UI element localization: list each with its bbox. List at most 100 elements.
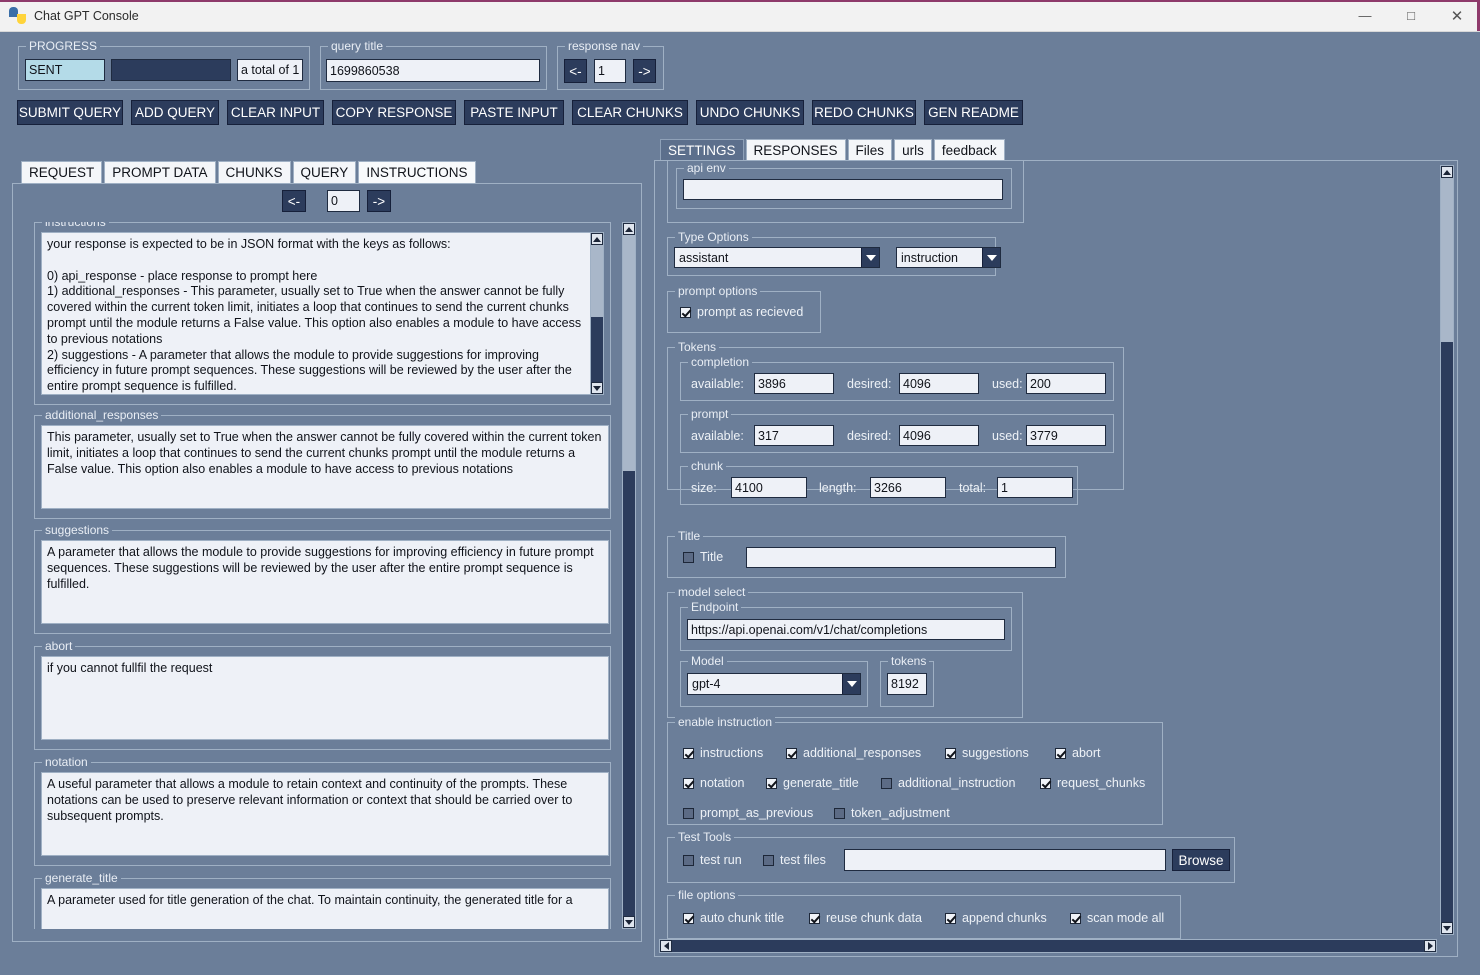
tab-instructions[interactable]: INSTRUCTIONS xyxy=(358,161,475,183)
prompt-available-input[interactable]: 317 xyxy=(754,425,834,446)
tab-feedback[interactable]: feedback xyxy=(934,139,1005,161)
enable-generate-title-row[interactable]: generate_title xyxy=(766,776,859,790)
enable-additional-instruction-checkbox[interactable] xyxy=(881,778,892,789)
model-select-combo[interactable]: gpt-4 xyxy=(687,673,861,695)
chevron-down-icon[interactable] xyxy=(982,248,1000,267)
scan-mode-all-row[interactable]: scan mode all xyxy=(1070,911,1164,925)
notation-textarea[interactable]: A useful parameter that allows a module … xyxy=(41,772,609,856)
submit-query-button[interactable]: SUBMIT QUERY xyxy=(17,100,123,125)
scroll-thumb[interactable] xyxy=(591,245,603,317)
test-run-row[interactable]: test run xyxy=(683,853,742,867)
test-files-row[interactable]: test files xyxy=(763,853,826,867)
tab-request[interactable]: REQUEST xyxy=(21,161,102,183)
gen-readme-button[interactable]: GEN README xyxy=(924,100,1023,125)
enable-suggestions-row[interactable]: suggestions xyxy=(945,746,1029,760)
model-tokens-input[interactable]: 8192 xyxy=(887,673,927,695)
title-checkbox-row[interactable]: Title xyxy=(683,550,723,564)
instruction-prev-button[interactable]: <- xyxy=(282,190,306,212)
left-panel-scrollbar[interactable] xyxy=(622,222,636,929)
generate-title-textarea[interactable]: A parameter used for title generation of… xyxy=(41,888,609,929)
enable-instructions-checkbox[interactable] xyxy=(683,748,694,759)
reuse-chunk-data-checkbox[interactable] xyxy=(809,913,820,924)
completion-available-input[interactable]: 3896 xyxy=(754,373,834,394)
minimize-button[interactable]: — xyxy=(1342,0,1388,31)
right-scroll-thumb[interactable] xyxy=(1441,178,1453,342)
tab-settings[interactable]: SETTINGS xyxy=(660,139,744,161)
enable-suggestions-checkbox[interactable] xyxy=(945,748,956,759)
instructions-textarea[interactable]: your response is expected to be in JSON … xyxy=(41,232,592,395)
clear-chunks-button[interactable]: CLEAR CHUNKS xyxy=(572,100,688,125)
enable-additional-responses-checkbox[interactable] xyxy=(786,748,797,759)
enable-additional-instruction-row[interactable]: additional_instruction xyxy=(881,776,1015,790)
chunk-size-input[interactable]: 4100 xyxy=(731,477,807,498)
suggestions-textarea[interactable]: A parameter that allows the module to pr… xyxy=(41,540,609,624)
test-run-checkbox[interactable] xyxy=(683,855,694,866)
test-files-checkbox[interactable] xyxy=(763,855,774,866)
enable-notation-row[interactable]: notation xyxy=(683,776,744,790)
tab-prompt-data[interactable]: PROMPT DATA xyxy=(104,161,215,183)
instructions-scrollbar[interactable] xyxy=(590,232,604,395)
prompt-used-input[interactable]: 3779 xyxy=(1026,425,1106,446)
tab-responses[interactable]: RESPONSES xyxy=(746,139,846,161)
additional-responses-textarea[interactable]: This parameter, usually set to True when… xyxy=(41,425,609,509)
test-files-path-input[interactable] xyxy=(844,849,1166,871)
close-button[interactable]: ✕ xyxy=(1434,0,1480,31)
kind-select[interactable]: instruction xyxy=(896,247,1001,268)
tab-chunks[interactable]: CHUNKS xyxy=(218,161,291,183)
tab-query[interactable]: QUERY xyxy=(293,161,357,183)
response-prev-button[interactable]: <- xyxy=(564,59,587,83)
redo-chunks-button[interactable]: REDO CHUNKS xyxy=(812,100,916,125)
abort-textarea[interactable]: if you cannot fullfil the request xyxy=(41,656,609,740)
enable-abort-row[interactable]: abort xyxy=(1055,746,1101,760)
completion-used-input[interactable]: 200 xyxy=(1026,373,1106,394)
scan-mode-all-checkbox[interactable] xyxy=(1070,913,1081,924)
clear-input-button[interactable]: CLEAR INPUT xyxy=(227,100,324,125)
left-scroll-up-icon[interactable] xyxy=(623,223,635,235)
tab-files[interactable]: Files xyxy=(848,139,893,161)
response-index-input[interactable]: 1 xyxy=(594,59,626,83)
right-scroll-left-icon[interactable] xyxy=(660,940,672,952)
right-scroll-down-icon[interactable] xyxy=(1441,922,1453,934)
title-checkbox[interactable] xyxy=(683,552,694,563)
right-panel-hscrollbar[interactable] xyxy=(659,939,1437,953)
append-chunks-row[interactable]: append chunks xyxy=(945,911,1047,925)
endpoint-input[interactable]: https://api.openai.com/v1/chat/completio… xyxy=(687,619,1005,640)
auto-chunk-title-checkbox[interactable] xyxy=(683,913,694,924)
copy-response-button[interactable]: COPY RESPONSE xyxy=(332,100,456,125)
enable-request-chunks-checkbox[interactable] xyxy=(1040,778,1051,789)
chevron-down-icon[interactable] xyxy=(842,674,860,694)
prompt-as-recieved-checkbox[interactable] xyxy=(680,307,691,318)
enable-request-chunks-row[interactable]: request_chunks xyxy=(1040,776,1145,790)
enable-additional-responses-row[interactable]: additional_responses xyxy=(786,746,921,760)
enable-prompt-as-previous-row[interactable]: prompt_as_previous xyxy=(683,806,813,820)
completion-desired-input[interactable]: 4096 xyxy=(899,373,979,394)
chevron-down-icon[interactable] xyxy=(861,248,879,267)
tab-urls[interactable]: urls xyxy=(894,139,932,161)
maximize-button[interactable]: □ xyxy=(1388,0,1434,31)
role-select[interactable]: assistant xyxy=(674,247,880,268)
left-scroll-thumb[interactable] xyxy=(623,235,635,471)
left-scroll-down-icon[interactable] xyxy=(623,916,635,928)
undo-chunks-button[interactable]: UNDO CHUNKS xyxy=(696,100,804,125)
right-scroll-right-icon[interactable] xyxy=(1424,940,1436,952)
prompt-as-recieved-row[interactable]: prompt as recieved xyxy=(680,305,803,319)
reuse-chunk-data-row[interactable]: reuse chunk data xyxy=(809,911,922,925)
right-panel-scrollbar[interactable] xyxy=(1440,165,1454,935)
add-query-button[interactable]: ADD QUERY xyxy=(131,100,219,125)
scroll-up-icon[interactable] xyxy=(591,233,603,245)
enable-abort-checkbox[interactable] xyxy=(1055,748,1066,759)
enable-prompt-as-previous-checkbox[interactable] xyxy=(683,808,694,819)
browse-button[interactable]: Browse xyxy=(1172,849,1230,871)
api-env-input[interactable] xyxy=(683,179,1003,200)
chunk-length-input[interactable]: 3266 xyxy=(870,477,946,498)
auto-chunk-title-row[interactable]: auto chunk title xyxy=(683,911,784,925)
enable-generate-title-checkbox[interactable] xyxy=(766,778,777,789)
paste-input-button[interactable]: PASTE INPUT xyxy=(464,100,564,125)
response-next-button[interactable]: -> xyxy=(633,59,656,83)
append-chunks-checkbox[interactable] xyxy=(945,913,956,924)
enable-token-adjustment-checkbox[interactable] xyxy=(834,808,845,819)
query-title-input[interactable]: 1699860538 xyxy=(326,59,540,82)
enable-token-adjustment-row[interactable]: token_adjustment xyxy=(834,806,950,820)
prompt-desired-input[interactable]: 4096 xyxy=(899,425,979,446)
right-scroll-up-icon[interactable] xyxy=(1441,166,1453,178)
